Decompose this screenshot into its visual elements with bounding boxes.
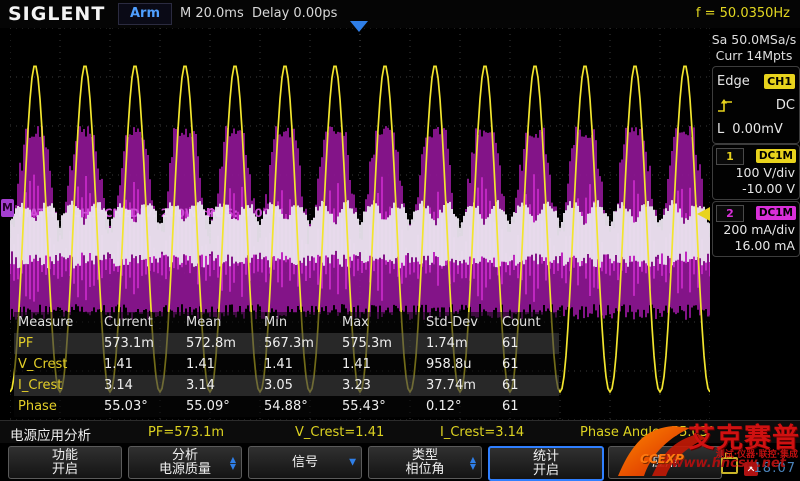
phase-readout: Phase Angle=55.03° bbox=[580, 425, 715, 440]
softkey-menu-bar: 功能 开启 分析 电源质量 ▲▼ 信号 ▼ 类型 相位角 ▲▼ 统计 开启 应用… bbox=[0, 443, 800, 480]
menu-button-line1: 统计 bbox=[490, 450, 602, 464]
sample-rate-readout: Sa 50.0MSa/s bbox=[710, 32, 798, 47]
menu-button-line1: 类型 bbox=[369, 449, 481, 463]
vcrest-readout: V_Crest=1.41 bbox=[295, 425, 384, 440]
down-arrow-icon: ▼ bbox=[349, 459, 356, 466]
memory-depth-readout: Curr 14Mpts bbox=[710, 48, 798, 63]
updown-arrow-icon: ▲▼ bbox=[470, 456, 476, 470]
col-header: Max bbox=[342, 312, 426, 333]
trigger-level-marker-icon[interactable] bbox=[697, 207, 710, 221]
menu-button-line2: 电源质量 bbox=[129, 463, 241, 477]
measure-value: 3.14 bbox=[104, 375, 186, 396]
menu-button-statistics[interactable]: 统计 开启 bbox=[488, 446, 604, 481]
trigger-position-marker-icon[interactable] bbox=[350, 21, 368, 32]
measurement-statistics-table: Measure Current Mean Min Max Std-Dev Cou… bbox=[14, 312, 559, 417]
measure-value: 1.41 bbox=[264, 354, 342, 375]
measure-value: 3.05 bbox=[264, 375, 342, 396]
col-header: Mean bbox=[186, 312, 264, 333]
menu-button-line2: 开启 bbox=[490, 464, 602, 478]
menu-button-type[interactable]: 类型 相位角 ▲▼ bbox=[368, 446, 482, 479]
measure-name: I_Crest bbox=[18, 375, 104, 396]
channel1-status-box[interactable]: 1 DC1M 100 V/div -10.00 V bbox=[712, 144, 800, 200]
measure-value: 575.3m bbox=[342, 333, 426, 354]
measure-value: 61 bbox=[502, 333, 554, 354]
measure-value: 0.12° bbox=[426, 396, 502, 417]
menu-button-line1: 功能 bbox=[9, 449, 121, 463]
channel2-badge: 2 bbox=[716, 205, 744, 222]
acquisition-status-badge: Arm bbox=[118, 3, 172, 25]
top-bar: SIGLENT Arm M 20.0ms Delay 0.00ps f = 50… bbox=[0, 0, 800, 28]
measure-value: 3.14 bbox=[186, 375, 264, 396]
measure-value: 567.3m bbox=[264, 333, 342, 354]
measure-value: 572.8m bbox=[186, 333, 264, 354]
trigger-source-badge: CH1 bbox=[764, 74, 795, 89]
trigger-settings-box[interactable]: Edge CH1 DC L 0.00mV bbox=[712, 66, 800, 144]
measure-value: 61 bbox=[502, 354, 554, 375]
pf-readout: PF=573.1m bbox=[148, 425, 224, 440]
channel2-status-box[interactable]: 2 DC1M 200 mA/div 16.00 mA bbox=[712, 201, 800, 257]
channel1-offset-readout: -10.00 V bbox=[715, 181, 797, 197]
col-header: Measure bbox=[18, 312, 104, 333]
measure-name: Phase bbox=[18, 396, 104, 417]
menu-button-function[interactable]: 功能 开启 bbox=[8, 446, 122, 479]
menu-button-signal[interactable]: 信号 ▼ bbox=[248, 446, 362, 479]
usb-icon bbox=[721, 457, 738, 474]
measure-value: 573.1m bbox=[104, 333, 186, 354]
table-row: V_Crest 1.41 1.41 1.41 1.41 958.8u 61 bbox=[14, 354, 559, 375]
trigger-coupling-label: DC bbox=[776, 98, 795, 113]
measure-value: 37.74m bbox=[426, 375, 502, 396]
right-status-panel: Sa 50.0MSa/s Curr 14Mpts Edge CH1 DC L 0… bbox=[710, 28, 800, 420]
channel1-coupling-badge: DC1M bbox=[756, 149, 796, 163]
brand-logo: SIGLENT bbox=[8, 3, 105, 25]
table-row: PF 573.1m 572.8m 567.3m 575.3m 1.74m 61 bbox=[14, 333, 559, 354]
rising-edge-icon bbox=[717, 98, 733, 113]
channel1-badge: 1 bbox=[716, 148, 744, 165]
table-row: Phase 55.03° 55.09° 54.88° 55.43° 0.12° … bbox=[14, 396, 559, 417]
trigger-level-value: 0.00mV bbox=[732, 122, 783, 137]
icrest-readout: I_Crest=3.14 bbox=[440, 425, 524, 440]
menu-button-line1: 分析 bbox=[129, 449, 241, 463]
col-header: Std-Dev bbox=[426, 312, 502, 333]
measure-value: 61 bbox=[502, 396, 554, 417]
measure-value: 1.41 bbox=[104, 354, 186, 375]
measure-value: 958.8u bbox=[426, 354, 502, 375]
analysis-title: 电源应用分析 bbox=[10, 424, 91, 444]
measure-value: 55.43° bbox=[342, 396, 426, 417]
trigger-type-label: Edge bbox=[717, 74, 750, 89]
menu-button-line1: 应用 bbox=[609, 456, 721, 470]
measure-value: 1.74m bbox=[426, 333, 502, 354]
measure-value: 1.41 bbox=[342, 354, 426, 375]
menu-button-line2: 开启 bbox=[9, 463, 121, 477]
table-row: I_Crest 3.14 3.14 3.05 3.23 37.74m 61 bbox=[14, 375, 559, 396]
delay-readout: Delay 0.00ps bbox=[252, 6, 337, 21]
channel2-scale-readout: 200 mA/div bbox=[715, 222, 797, 238]
updown-arrow-icon: ▲▼ bbox=[230, 456, 236, 470]
measure-name: V_Crest bbox=[18, 354, 104, 375]
menu-button-line2: 相位角 bbox=[369, 463, 481, 477]
col-header: Min bbox=[264, 312, 342, 333]
col-header: Current bbox=[104, 312, 186, 333]
col-header: Count bbox=[502, 312, 554, 333]
table-header-row: Measure Current Mean Min Max Std-Dev Cou… bbox=[14, 312, 559, 333]
trigger-level-label: L bbox=[717, 122, 724, 137]
channel2-coupling-badge: DC1M bbox=[756, 206, 796, 220]
measure-value: 55.09° bbox=[186, 396, 264, 417]
measure-value: 1.41 bbox=[186, 354, 264, 375]
channel1-scale-readout: 100 V/div bbox=[715, 165, 797, 181]
menu-button-line1: 信号 bbox=[249, 456, 361, 470]
frequency-counter-readout: f = 50.0350Hz bbox=[696, 6, 790, 21]
menu-button-analysis[interactable]: 分析 电源质量 ▲▼ bbox=[128, 446, 242, 479]
channel2-offset-readout: 16.00 mA bbox=[715, 238, 797, 254]
measure-value: 55.03° bbox=[104, 396, 186, 417]
measure-name: PF bbox=[18, 333, 104, 354]
measure-value: 61 bbox=[502, 375, 554, 396]
math-position-badge: M bbox=[1, 199, 14, 217]
analysis-status-bar: 电源应用分析 PF=573.1m V_Crest=1.41 I_Crest=3.… bbox=[0, 420, 800, 444]
timebase-readout: M 20.0ms bbox=[180, 6, 244, 21]
system-clock: 18:07 bbox=[754, 461, 796, 476]
measure-value: 3.23 bbox=[342, 375, 426, 396]
menu-button-apply[interactable]: 应用 bbox=[608, 446, 722, 479]
measure-value: 54.88° bbox=[264, 396, 342, 417]
